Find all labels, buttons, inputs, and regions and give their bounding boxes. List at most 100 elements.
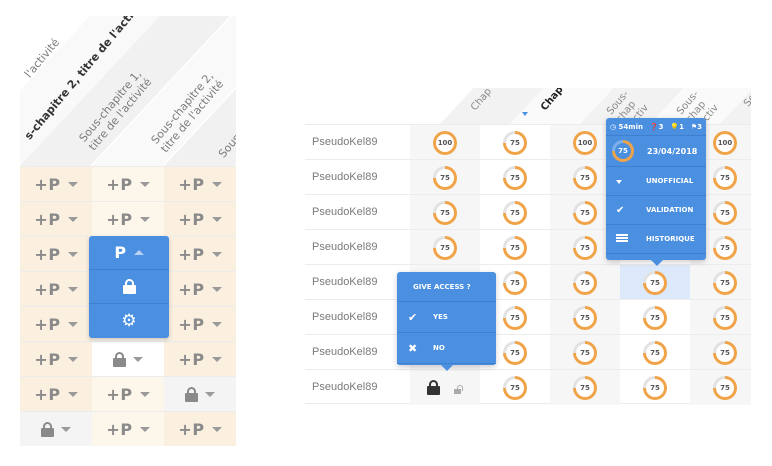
validation-option[interactable]: ✔ VALIDATION	[606, 196, 706, 225]
user-name[interactable]: PseudoKel89	[312, 160, 377, 195]
plus-p-button: +P	[178, 314, 205, 334]
user-name[interactable]: PseudoKel89	[312, 265, 377, 300]
score-cell[interactable]: 75	[690, 335, 751, 370]
permission-cell[interactable]: +P	[164, 307, 236, 341]
permission-cell[interactable]: +P	[20, 342, 92, 376]
questions-stat: ❓3	[649, 122, 664, 131]
score-cell[interactable]: 75	[480, 230, 550, 265]
permission-cell[interactable]: +P	[20, 377, 92, 411]
caret-down-icon	[139, 426, 150, 432]
permission-cell[interactable]: +P	[92, 202, 164, 236]
plus-p-button: +P	[178, 279, 205, 299]
historique-option[interactable]: HISTORIQUE	[606, 225, 706, 254]
permission-cell[interactable]: +P	[92, 412, 164, 446]
score-value: 75	[506, 203, 524, 222]
unofficial-option[interactable]: UNOFFICIAL	[606, 167, 706, 196]
score-ring: 75	[713, 200, 737, 225]
score-value: 75	[716, 203, 734, 222]
caret-down-icon	[211, 216, 222, 222]
sort-indicator-icon	[522, 112, 528, 116]
settings-option[interactable]: ⚙	[89, 304, 169, 338]
user-name[interactable]: PseudoKel89	[312, 335, 377, 370]
score-value: 75	[436, 238, 454, 257]
lock-option[interactable]	[89, 270, 169, 304]
caret-down-icon	[211, 286, 222, 292]
plus-p-button: +P	[106, 384, 133, 404]
score-cell[interactable]: 75	[690, 300, 751, 335]
permission-cell[interactable]: +P	[164, 412, 236, 446]
give-access-popover: GIVE ACCESS ? ✔ YES ✖ NO	[397, 272, 496, 371]
user-name[interactable]: PseudoKel89	[312, 125, 377, 160]
no-option[interactable]: ✖ NO	[397, 333, 496, 364]
permission-cell[interactable]: +P	[92, 167, 164, 201]
permission-cell[interactable]: +P	[20, 202, 92, 236]
permission-cell[interactable]: +P	[92, 377, 164, 411]
permission-cell[interactable]: +P	[164, 342, 236, 376]
score-cell[interactable]: 75	[550, 370, 620, 405]
score-value: 75	[506, 308, 524, 327]
caret-down-icon	[205, 391, 215, 397]
permission-dropdown: P ⚙	[89, 236, 169, 338]
score-cell[interactable]: 75	[480, 370, 550, 405]
user-name[interactable]: PseudoKel89	[312, 230, 377, 265]
column-headers: l'activité s-chapitre 2, titre de l'acti…	[20, 16, 236, 166]
score-cell[interactable]: 75	[620, 300, 690, 335]
score-ring: 100	[433, 130, 457, 155]
permission-cell[interactable]: +P	[164, 202, 236, 236]
score-cell[interactable]: 75	[620, 335, 690, 370]
score-cell[interactable]: 75	[550, 300, 620, 335]
score-cell[interactable]: 75	[550, 335, 620, 370]
score-ring: 75	[503, 375, 527, 400]
check-icon: ✔	[408, 310, 418, 324]
permission-cell[interactable]: +P	[20, 307, 92, 341]
p-label: P	[114, 243, 127, 262]
permission-cell[interactable]	[20, 412, 92, 446]
score-cell[interactable]: 75	[620, 265, 690, 300]
score-value: 100	[436, 133, 454, 152]
yes-option[interactable]: ✔ YES	[397, 302, 496, 333]
score-value: 75	[716, 168, 734, 187]
table-row: PseudoKel89 75 75 75 75	[305, 369, 751, 405]
table-row: +P +P	[20, 341, 236, 376]
score-ring: 75	[713, 165, 737, 190]
permission-cell[interactable]: +P	[164, 272, 236, 306]
table-row: +P +P	[20, 376, 236, 411]
score-ring: 75	[433, 235, 457, 260]
unlock-icon[interactable]	[454, 384, 463, 394]
score-cell[interactable]: 75	[550, 265, 620, 300]
permission-cell[interactable]	[164, 377, 236, 411]
permission-cell[interactable]	[92, 342, 164, 376]
score-cell[interactable]: 100	[410, 125, 480, 160]
caret-down-icon	[61, 426, 71, 432]
list-icon	[616, 233, 634, 246]
score-ring: 75	[503, 340, 527, 365]
score-cell[interactable]	[410, 370, 480, 405]
lock-icon	[185, 386, 198, 402]
score-cell[interactable]: 75	[690, 265, 751, 300]
permission-cell[interactable]: +P	[20, 167, 92, 201]
plus-p-button: +P	[178, 209, 205, 229]
score-cell[interactable]: 75	[410, 160, 480, 195]
permission-cell[interactable]: +P	[164, 167, 236, 201]
user-name[interactable]: PseudoKel89	[312, 300, 377, 335]
score-cell[interactable]: 75	[690, 370, 751, 405]
permission-cell[interactable]: +P	[20, 237, 92, 271]
permission-cell[interactable]: +P	[164, 237, 236, 271]
permission-cell[interactable]: +P	[20, 272, 92, 306]
score-cell[interactable]: 75	[480, 160, 550, 195]
score-ring: 75	[713, 270, 737, 295]
score-value: 100	[716, 133, 734, 152]
score-value: 75	[506, 378, 524, 397]
attempt-stats: ◷ 54min ❓3 💡1 ⚑3	[606, 118, 706, 136]
caret-down-icon	[67, 216, 78, 222]
score-cell[interactable]: 75	[480, 125, 550, 160]
score-value: 75	[576, 273, 594, 292]
score-cell[interactable]: 75	[620, 370, 690, 405]
user-name[interactable]: PseudoKel89	[312, 370, 377, 405]
user-name[interactable]: PseudoKel89	[312, 195, 377, 230]
score-cell[interactable]: 75	[410, 230, 480, 265]
score-cell[interactable]: 75	[480, 195, 550, 230]
table-row: +P +P	[20, 411, 236, 446]
score-cell[interactable]: 75	[410, 195, 480, 230]
p-option[interactable]: P	[89, 236, 169, 270]
